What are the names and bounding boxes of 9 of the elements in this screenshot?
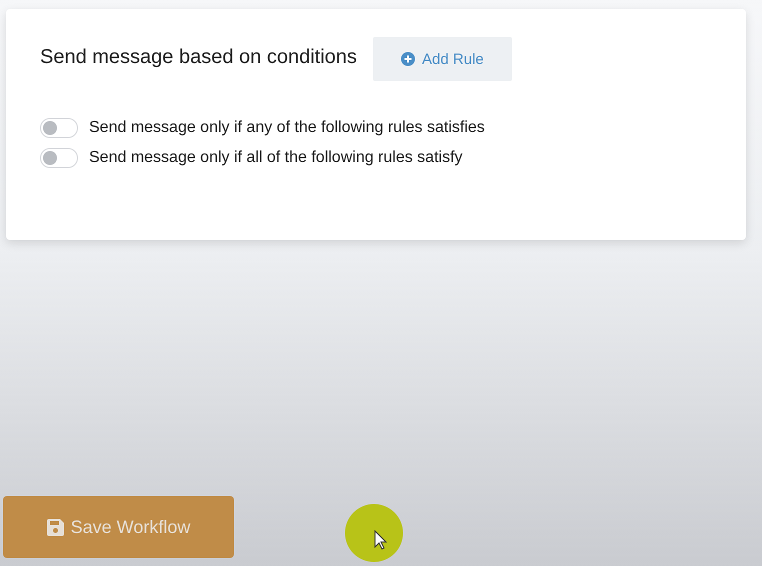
cursor-highlight-icon bbox=[345, 504, 403, 562]
card-title: Send message based on conditions bbox=[40, 46, 357, 68]
add-rule-button[interactable]: Add Rule bbox=[372, 37, 512, 81]
save-workflow-button[interactable]: Save Workflow bbox=[3, 496, 234, 558]
plus-circle-icon bbox=[401, 52, 416, 66]
toggle-label: Send message only if any of the following rules satisfies bbox=[89, 119, 485, 137]
toggle-switch[interactable] bbox=[40, 148, 78, 168]
toggle-switch[interactable] bbox=[40, 118, 78, 138]
toggle-label: Send message only if all of the following rules satisfy bbox=[89, 149, 463, 167]
